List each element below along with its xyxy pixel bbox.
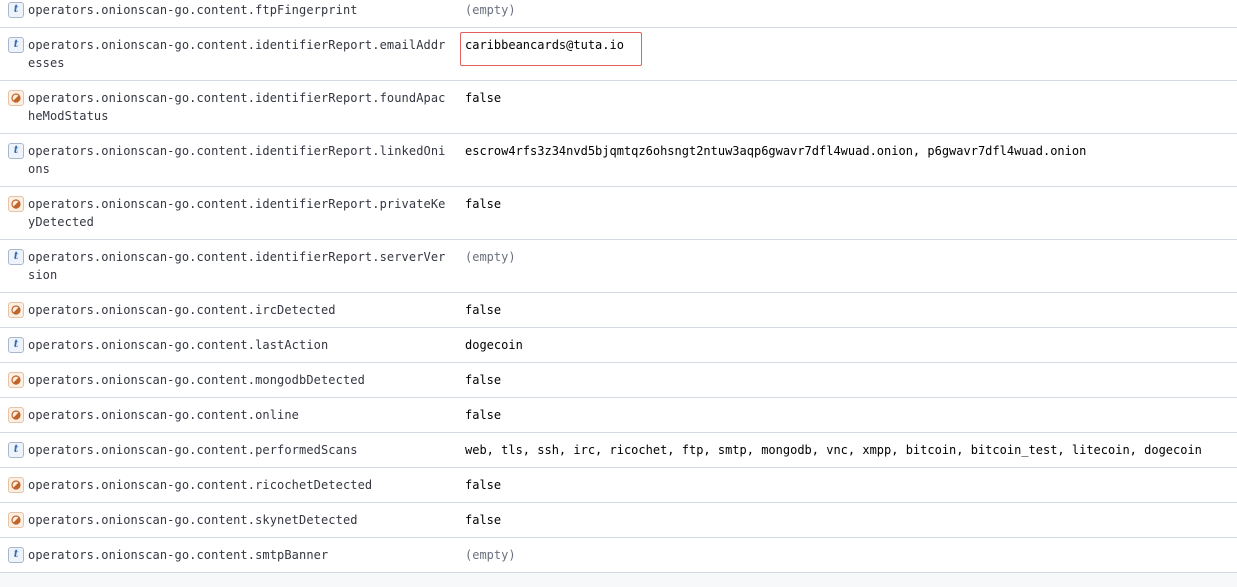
table-row[interactable]: operators.onionscan-go.content.ricochetD… <box>0 468 1237 503</box>
field-name-cell: operators.onionscan-go.content.identifie… <box>8 89 448 125</box>
field-value: false <box>465 408 502 422</box>
string-type-icon: t <box>8 337 24 353</box>
table-row[interactable]: t operators.onionscan-go.content.identifi… <box>0 134 1237 187</box>
table-row[interactable]: operators.onionscan-go.content.identifie… <box>0 187 1237 240</box>
field-name-cell: t operators.onionscan-go.content.identifi… <box>8 36 448 72</box>
field-name: operators.onionscan-go.content.ftpFinger… <box>28 3 358 17</box>
field-name-cell: operators.onionscan-go.content.skynetDet… <box>8 511 448 529</box>
field-name-cell: t operators.onionscan-go.content.performe… <box>8 441 448 459</box>
boolean-type-icon <box>8 302 24 318</box>
boolean-type-icon <box>8 196 24 212</box>
field-value: false <box>465 373 502 387</box>
field-name: operators.onionscan-go.content.ircDetect… <box>28 303 336 317</box>
boolean-type-icon <box>8 372 24 388</box>
field-name-cell: operators.onionscan-go.content.online <box>8 406 448 424</box>
document-fields-table: t operators.onionscan-go.content.ftpFinge… <box>0 0 1237 573</box>
field-name: operators.onionscan-go.content.identifie… <box>28 144 446 176</box>
table-row[interactable]: operators.onionscan-go.content.skynetDet… <box>0 503 1237 538</box>
boolean-type-icon <box>8 407 24 423</box>
field-name: operators.onionscan-go.content.ricochetD… <box>28 478 373 492</box>
field-name: operators.onionscan-go.content.lastActio… <box>28 338 329 352</box>
field-name: operators.onionscan-go.content.online <box>28 408 300 422</box>
field-value: false <box>465 303 502 317</box>
boolean-type-icon <box>8 512 24 528</box>
field-value: false <box>465 478 502 492</box>
table-row[interactable]: t operators.onionscan-go.content.smtpBann… <box>0 538 1237 573</box>
field-name-cell: operators.onionscan-go.content.identifie… <box>8 195 448 231</box>
empty-value: (empty) <box>465 250 516 264</box>
field-name-cell: t operators.onionscan-go.content.ftpFinge… <box>8 1 448 19</box>
field-name-cell: t operators.onionscan-go.content.identifi… <box>8 248 448 284</box>
field-name-cell: operators.onionscan-go.content.ircDetect… <box>8 301 448 319</box>
table-row[interactable]: t operators.onionscan-go.content.identifi… <box>0 28 1237 81</box>
field-name: operators.onionscan-go.content.mongodbDe… <box>28 373 365 387</box>
field-name: operators.onionscan-go.content.identifie… <box>28 91 446 123</box>
field-value: caribbeancards@tuta.io <box>465 38 624 52</box>
string-type-icon: t <box>8 2 24 18</box>
string-type-icon: t <box>8 547 24 563</box>
field-name: operators.onionscan-go.content.identifie… <box>28 38 446 70</box>
string-type-icon: t <box>8 249 24 265</box>
field-value: false <box>465 197 502 211</box>
field-value: dogecoin <box>465 338 523 352</box>
table-row[interactable]: operators.onionscan-go.content.identifie… <box>0 81 1237 134</box>
field-name: operators.onionscan-go.content.performed… <box>28 443 358 457</box>
field-name-cell: t operators.onionscan-go.content.lastActi… <box>8 336 448 354</box>
field-name: operators.onionscan-go.content.identifie… <box>28 197 446 229</box>
field-value: false <box>465 91 502 105</box>
boolean-type-icon <box>8 90 24 106</box>
empty-value: (empty) <box>465 548 516 562</box>
empty-value: (empty) <box>465 3 516 17</box>
table-row[interactable]: operators.onionscan-go.content.ircDetect… <box>0 293 1237 328</box>
field-name: operators.onionscan-go.content.identifie… <box>28 250 446 282</box>
string-type-icon: t <box>8 37 24 53</box>
table-row[interactable]: t operators.onionscan-go.content.identifi… <box>0 240 1237 293</box>
field-name-cell: t operators.onionscan-go.content.identifi… <box>8 142 448 178</box>
field-name-cell: operators.onionscan-go.content.ricochetD… <box>8 476 448 494</box>
table-row[interactable]: operators.onionscan-go.content.online fal… <box>0 398 1237 433</box>
field-value: false <box>465 513 502 527</box>
field-name-cell: operators.onionscan-go.content.mongodbDe… <box>8 371 448 389</box>
boolean-type-icon <box>8 477 24 493</box>
field-name-cell: t operators.onionscan-go.content.smtpBann… <box>8 546 448 564</box>
field-value: web, tls, ssh, irc, ricochet, ftp, smtp,… <box>465 443 1202 457</box>
field-name: operators.onionscan-go.content.skynetDet… <box>28 513 358 527</box>
string-type-icon: t <box>8 442 24 458</box>
field-value: escrow4rfs3z34nvd5bjqmtqz6ohsngt2ntuw3aq… <box>465 144 1087 158</box>
string-type-icon: t <box>8 143 24 159</box>
table-row[interactable]: t operators.onionscan-go.content.lastActi… <box>0 328 1237 363</box>
table-row[interactable]: t operators.onionscan-go.content.performe… <box>0 433 1237 468</box>
table-row[interactable]: operators.onionscan-go.content.mongodbDe… <box>0 363 1237 398</box>
table-row[interactable]: t operators.onionscan-go.content.ftpFinge… <box>0 0 1237 28</box>
field-name: operators.onionscan-go.content.smtpBanne… <box>28 548 329 562</box>
